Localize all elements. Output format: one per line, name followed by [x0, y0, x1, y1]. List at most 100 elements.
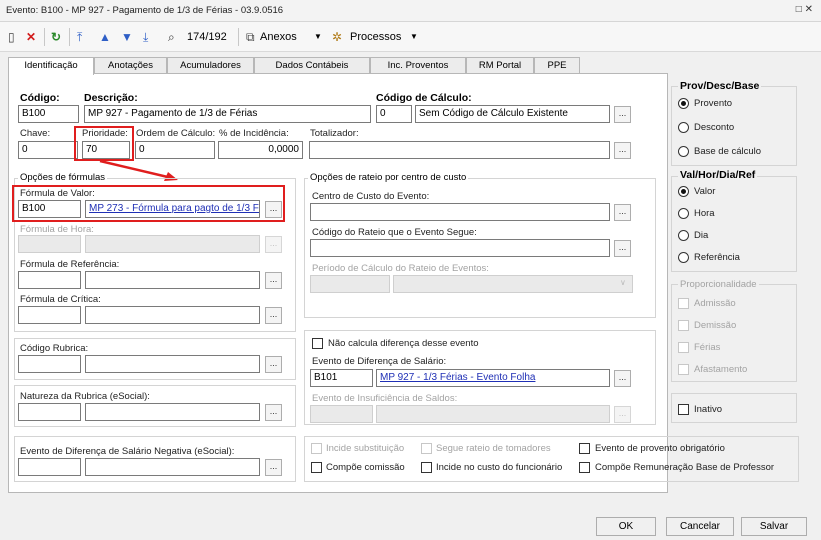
delete-icon[interactable]: ✕ [26, 28, 36, 46]
formula-referencia-label: Fórmula de Referência: [20, 259, 120, 270]
compoe-comissao-label: Compõe comissão [326, 462, 405, 473]
codigo-calculo-label: Código de Cálculo: [376, 92, 472, 104]
afastamento-label: Afastamento [694, 364, 748, 375]
window-controls[interactable]: □ ✕ [796, 4, 813, 15]
hora-radio[interactable] [678, 208, 689, 219]
codigo-rubrica-label: Código Rubrica: [20, 343, 89, 354]
title-bar: Evento: B100 - MP 927 - Pagamento de 1/3… [0, 0, 821, 22]
next-record-icon[interactable]: ▼ [121, 28, 133, 46]
tab-dados-contabeis[interactable]: Dados Contábeis [254, 57, 370, 74]
tab-rm-portal[interactable]: RM Portal [466, 57, 534, 74]
codigo-label: Código: [20, 92, 60, 104]
cancel-button[interactable]: Cancelar [666, 517, 734, 536]
admissao-label: Admissão [694, 298, 736, 309]
insuficiencia-label: Evento de Insuficiência de Saldos: [312, 393, 458, 404]
tab-acumuladores[interactable]: Acumuladores [167, 57, 254, 74]
inativo-group [671, 393, 797, 423]
codigo-field[interactable]: B100 [18, 105, 79, 123]
chave-label: Chave: [20, 128, 51, 139]
desconto-label: Desconto [694, 122, 735, 133]
nao-calcula-label: Não calcula diferença desse evento [328, 338, 479, 349]
nao-calcula-checkbox[interactable] [312, 338, 323, 349]
refresh-icon[interactable]: ↻ [51, 28, 61, 46]
proporcionalidade-title: Proporcionalidade [678, 279, 759, 290]
gears-icon[interactable]: ✲ [332, 28, 342, 46]
chevron-down-icon[interactable]: ▼ [314, 28, 322, 46]
chevron-down-icon[interactable]: ▼ [410, 28, 418, 46]
natureza-rubrica-desc[interactable] [85, 403, 260, 421]
codigo-rubrica-code[interactable] [18, 355, 81, 373]
incidencia-field[interactable]: 0,0000 [218, 141, 303, 159]
totalizador-field[interactable] [309, 141, 610, 159]
chevron-down-icon: ∨ [620, 278, 626, 287]
new-icon[interactable]: ▯ [8, 28, 15, 46]
formula-critica-desc[interactable] [85, 306, 260, 324]
previous-record-icon[interactable]: ▲ [99, 28, 111, 46]
formula-hora-lookup-button: ... [265, 236, 282, 253]
centro-custo-lookup-button[interactable]: ... [614, 204, 631, 221]
centro-custo-field[interactable] [310, 203, 610, 221]
incide-custo-checkbox[interactable] [421, 462, 432, 473]
provento-radio[interactable] [678, 98, 689, 109]
tab-ppe[interactable]: PPE [534, 57, 580, 74]
dia-radio[interactable] [678, 230, 689, 241]
ok-button[interactable]: OK [596, 517, 656, 536]
formula-referencia-desc[interactable] [85, 271, 260, 289]
evento-diferenca-link[interactable]: MP 927 - 1/3 Férias - Evento Folha [380, 372, 535, 383]
formula-critica-lookup-button[interactable]: ... [265, 307, 282, 324]
provento-obrigatorio-checkbox[interactable] [579, 443, 590, 454]
last-record-icon[interactable]: ⤓ [143, 28, 148, 46]
tab-bar: Identificação Anotações Acumuladores Dad… [8, 57, 674, 75]
save-button[interactable]: Salvar [741, 517, 807, 536]
codigo-rubrica-lookup-button[interactable]: ... [265, 356, 282, 373]
formula-critica-code[interactable] [18, 306, 81, 324]
formula-hora-desc [85, 235, 260, 253]
natureza-rubrica-code[interactable] [18, 403, 81, 421]
codigo-calculo-field[interactable]: 0 [376, 105, 412, 123]
tab-inc-proventos[interactable]: Inc. Proventos [370, 57, 466, 74]
compoe-comissao-checkbox[interactable] [311, 462, 322, 473]
prov-desc-base-title: Prov/Desc/Base [678, 80, 762, 92]
rateio-group-title: Opções de rateio por centro de custo [308, 172, 469, 183]
totalizador-lookup-button[interactable]: ... [614, 142, 631, 159]
codigo-rubrica-desc[interactable] [85, 355, 260, 373]
search-icon[interactable]: ⌕ [168, 28, 175, 46]
evento-diferenca-desc[interactable]: MP 927 - 1/3 Férias - Evento Folha [376, 369, 610, 387]
referencia-radio[interactable] [678, 252, 689, 263]
formula-referencia-code[interactable] [18, 271, 81, 289]
chave-field[interactable]: 0 [18, 141, 78, 159]
diferenca-negativa-lookup-button[interactable]: ... [265, 459, 282, 476]
formula-referencia-lookup-button[interactable]: ... [265, 272, 282, 289]
codigo-rateio-lookup-button[interactable]: ... [614, 240, 631, 257]
incide-substituicao-label: Incide substituição [326, 443, 405, 454]
evento-diferenca-lookup-button[interactable]: ... [614, 370, 631, 387]
codigo-calculo-desc: Sem Código de Cálculo Existente [415, 105, 610, 123]
referencia-label: Referência [694, 252, 740, 263]
compoe-remuneracao-checkbox[interactable] [579, 462, 590, 473]
formula-valor-lookup-button[interactable]: ... [265, 201, 282, 218]
valor-radio[interactable] [678, 186, 689, 197]
natureza-rubrica-label: Natureza da Rubrica (eSocial): [20, 391, 150, 402]
tab-identificacao[interactable]: Identificação [8, 57, 94, 75]
diferenca-negativa-desc[interactable] [85, 458, 260, 476]
attachment-icon[interactable]: ⧉ [246, 28, 255, 46]
ordem-calculo-field[interactable]: 0 [135, 141, 215, 159]
diferenca-negativa-code[interactable] [18, 458, 81, 476]
toolbar-separator [69, 28, 70, 46]
evento-diferenca-code[interactable]: B101 [310, 369, 373, 387]
base-calculo-radio[interactable] [678, 146, 689, 157]
inativo-checkbox[interactable] [678, 404, 689, 415]
first-record-icon[interactable]: ⤒ [77, 28, 82, 46]
formula-valor-desc[interactable]: MP 273 - Fórmula para pagto de 1/3 Fé [85, 200, 260, 218]
anexos-menu[interactable]: Anexos [260, 28, 297, 46]
codigo-rateio-field[interactable] [310, 239, 610, 257]
formulas-group-title: Opções de fórmulas [18, 172, 108, 183]
formula-valor-code[interactable]: B100 [18, 200, 81, 218]
formula-valor-link[interactable]: MP 273 - Fórmula para pagto de 1/3 Fé [89, 203, 259, 214]
codigo-calculo-lookup-button[interactable]: ... [614, 106, 631, 123]
tab-anotacoes[interactable]: Anotações [94, 57, 167, 74]
natureza-rubrica-lookup-button[interactable]: ... [265, 404, 282, 421]
descricao-field[interactable]: MP 927 - Pagamento de 1/3 de Férias [84, 105, 371, 123]
processos-menu[interactable]: Processos [350, 28, 401, 46]
desconto-radio[interactable] [678, 122, 689, 133]
